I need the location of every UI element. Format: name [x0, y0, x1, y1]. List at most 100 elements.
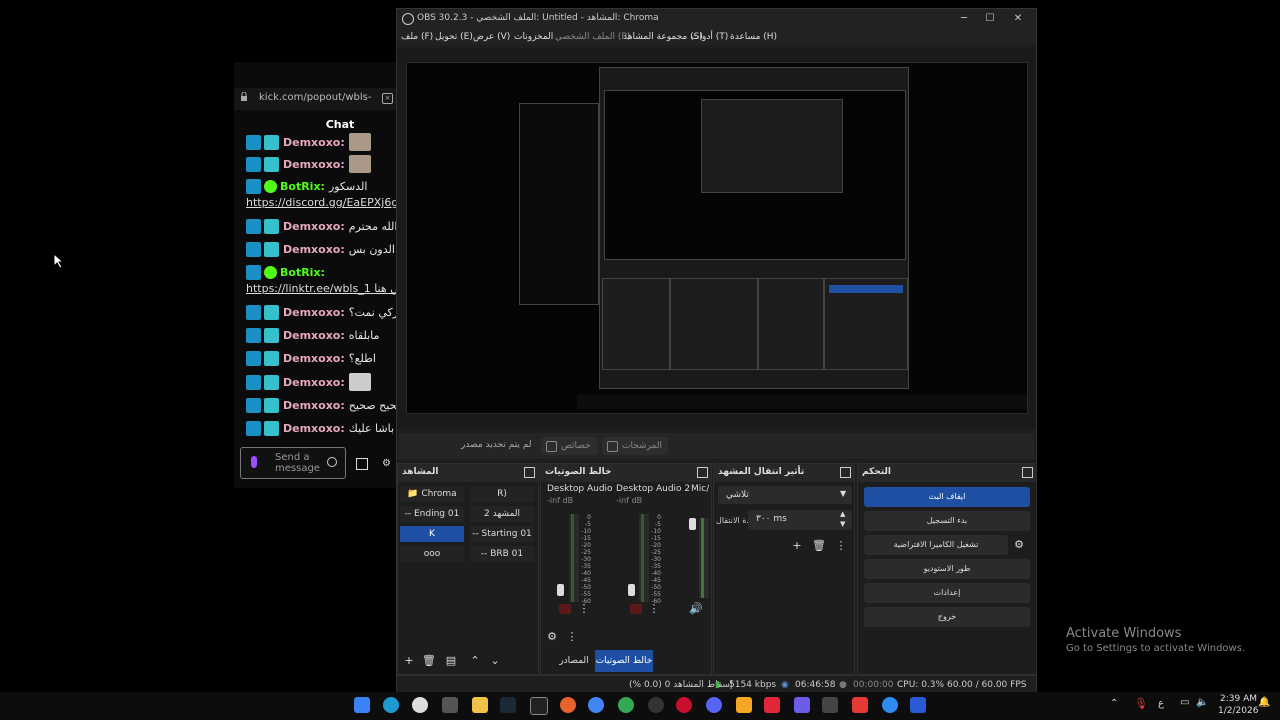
scene-item[interactable]: ooo [400, 546, 464, 562]
chat-username[interactable]: Demxoxo: [283, 243, 345, 256]
chat-username[interactable]: Demxoxo: [283, 158, 345, 171]
notification-bell-icon[interactable]: 🔔 [1258, 697, 1270, 708]
chrome-icon[interactable] [588, 697, 604, 713]
chat-username[interactable]: Demxoxo: [283, 329, 345, 342]
undock-icon[interactable] [524, 467, 535, 478]
properties-button[interactable]: خصائص [541, 437, 597, 455]
close-icon[interactable]: × [382, 93, 393, 104]
stepper-up-icon[interactable]: ▲ [840, 510, 845, 518]
file-explorer-icon[interactable] [472, 697, 488, 713]
chat-username[interactable]: Demxoxo: [283, 352, 345, 365]
gear-icon[interactable]: ⚙ [382, 458, 391, 469]
volume-icon[interactable]: 🔈 [1196, 697, 1208, 708]
chat-username[interactable]: Demxoxo: [283, 422, 345, 435]
discord-icon[interactable] [706, 697, 722, 713]
close-button[interactable]: ✕ [1005, 11, 1031, 27]
chat-address-bar[interactable]: kick.com/popout/wbls-1/chat × [234, 88, 396, 110]
more-options-icon[interactable]: ⋮ [647, 602, 661, 616]
maximize-button[interactable]: ☐ [977, 11, 1003, 27]
store-icon[interactable] [442, 697, 458, 713]
menu-file[interactable]: ملف (F) [401, 32, 433, 42]
menu-docks[interactable]: المخزونات [514, 32, 553, 42]
scene-item[interactable]: -- Starting 01 [470, 526, 534, 542]
gear-icon[interactable]: ⚙ [1012, 538, 1026, 552]
more-options-icon[interactable]: ⋮ [577, 602, 591, 616]
move-down-icon[interactable]: ⌄ [488, 654, 502, 668]
app-icon[interactable] [560, 697, 576, 713]
chat-username[interactable]: Demxoxo: [283, 399, 345, 412]
chat-username[interactable]: Demxoxo: [283, 136, 345, 149]
app-icon[interactable] [882, 697, 898, 713]
steam-icon[interactable] [500, 697, 516, 713]
app-icon[interactable] [794, 697, 810, 713]
tab-sources[interactable]: المصادر [551, 650, 597, 672]
network-icon[interactable]: ▭ [1180, 697, 1189, 708]
settings-app-icon[interactable] [412, 697, 428, 713]
language-indicator[interactable]: ع [1158, 698, 1164, 709]
emote-picker-icon[interactable] [251, 456, 257, 468]
edge-icon[interactable] [383, 697, 399, 713]
store-icon[interactable] [356, 458, 368, 470]
menu-profile[interactable]: الملف الشخصي (P) [555, 32, 630, 42]
settings-button[interactable]: إعدادات [864, 583, 1030, 603]
transition-type-select[interactable]: تلاشي ▼ [718, 486, 852, 504]
volume-fader[interactable] [689, 518, 696, 530]
minimize-button[interactable]: ─ [951, 11, 977, 27]
more-options-icon[interactable]: ⋮ [834, 539, 848, 553]
capcut-icon[interactable] [822, 697, 838, 713]
more-options-icon[interactable]: ⋮ [565, 630, 579, 644]
scene-item[interactable]: 📁 Chroma [400, 486, 464, 502]
start-recording-button[interactable]: بدء التسجيل [864, 511, 1030, 531]
mute-icon[interactable] [630, 604, 642, 614]
menu-view[interactable]: عرض (V) [473, 32, 510, 42]
chevron-up-icon[interactable]: ⌃ [1110, 698, 1118, 709]
add-transition-icon[interactable]: + [790, 539, 804, 553]
speaker-icon[interactable]: 🔊 [689, 602, 703, 616]
chat-username[interactable]: BotRix: [280, 180, 325, 193]
scene-item[interactable]: R) [470, 486, 534, 502]
start-virtual-camera-button[interactable]: تشغيل الكاميرا الافتراضية [864, 535, 1008, 555]
menu-edit[interactable]: تحويل (E) [435, 32, 473, 42]
stop-streaming-button[interactable]: ايقاف البث [864, 487, 1030, 507]
chrome-profile-icon[interactable] [618, 697, 634, 713]
scene-item[interactable]: -- BRB 01 [470, 546, 534, 562]
clock-date[interactable]: 1/2/2026 [1218, 706, 1258, 716]
remove-scene-icon[interactable]: 🗑 [422, 654, 436, 668]
opera-icon[interactable] [676, 697, 692, 713]
chat-username[interactable]: Demxoxo: [283, 306, 345, 319]
stream-preview[interactable] [406, 62, 1028, 414]
app-icon[interactable] [852, 697, 868, 713]
chat-link[interactable]: https://discord.gg/EaEPXj6gsl [246, 196, 396, 209]
undock-icon[interactable] [697, 467, 708, 478]
mute-icon[interactable] [559, 604, 571, 614]
epic-games-icon[interactable] [530, 697, 548, 715]
clock-time[interactable]: 2:39 AM [1220, 694, 1257, 704]
filters-button[interactable]: المرشحات [602, 437, 668, 455]
move-up-icon[interactable]: ⌃ [468, 654, 482, 668]
obs-icon[interactable] [648, 697, 664, 713]
chat-link-url[interactable]: https://linktr.ee/wbls_1 [246, 282, 371, 295]
add-scene-icon[interactable]: + [402, 654, 416, 668]
tab-audio-mixer[interactable]: خالط الصوتيات [595, 650, 653, 672]
app-icon[interactable] [764, 697, 780, 713]
title-bar[interactable]: OBS 30.2.3 - الملف الشخصي: Untitled - ال… [397, 9, 1036, 29]
volume-fader[interactable] [557, 584, 564, 596]
menu-help[interactable]: مساعدة (H) [730, 32, 777, 42]
exit-button[interactable]: خروج [864, 607, 1030, 627]
menu-tools[interactable]: أدوات (T) [691, 32, 728, 42]
chat-username[interactable]: Demxoxo: [283, 220, 345, 233]
app-icon[interactable] [910, 697, 926, 713]
send-message-input[interactable]: Send a message [240, 447, 346, 479]
stepper-down-icon[interactable]: ▼ [840, 520, 845, 528]
studio-mode-button[interactable]: طور الاستوديو [864, 559, 1030, 579]
duration-stepper[interactable]: ٣٠٠ ms ▲ ▼ [748, 510, 852, 530]
gear-icon[interactable]: ⚙ [545, 630, 559, 644]
remove-transition-icon[interactable]: 🗑 [812, 539, 826, 553]
scene-item[interactable]: المشهد 2 [470, 506, 534, 522]
undock-icon[interactable] [840, 467, 851, 478]
scene-item-selected[interactable]: K [400, 526, 464, 542]
start-icon[interactable] [354, 697, 370, 713]
microphone-icon[interactable]: 🎙 [1134, 697, 1148, 710]
scene-item[interactable]: -- Ending 01 [400, 506, 464, 522]
chat-username[interactable]: BotRix: [280, 266, 325, 279]
